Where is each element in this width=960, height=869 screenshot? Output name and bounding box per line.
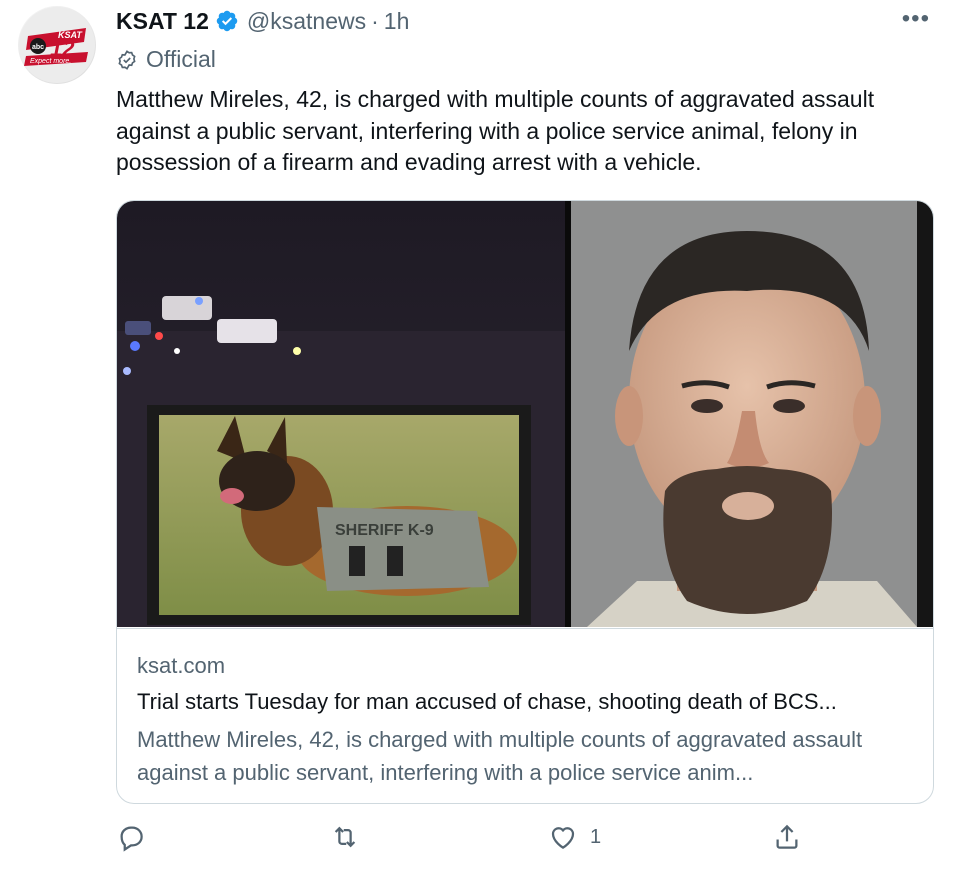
tweet-text: Matthew Mireles, 42, is charged with mul… [116, 86, 875, 175]
official-badge-icon [118, 49, 136, 70]
vest-text: SHERIFF K-9 [335, 522, 434, 539]
retweet-button[interactable] [330, 822, 372, 852]
like-button[interactable]: 1 [548, 822, 601, 852]
card-image: SHERIFF K-9 [117, 201, 933, 627]
card-body[interactable]: ksat.com Trial starts Tuesday for man ac… [117, 628, 933, 803]
tweet-header: KSAT 12 @ksatnews · 1h [116, 8, 409, 34]
card-title[interactable]: Trial starts Tuesday for man accused of … [137, 689, 837, 715]
retweet-icon [334, 826, 356, 848]
account-handle[interactable]: @ksatnews [247, 8, 366, 35]
ksat-avatar[interactable]: KSAT abc 12 Expect more. [18, 6, 96, 84]
separator-dot: · [371, 7, 379, 34]
official-label: Official [116, 46, 216, 73]
more-options-icon[interactable]: ••• [902, 7, 930, 31]
like-count: 1 [590, 825, 602, 848]
card-domain: ksat.com [137, 653, 226, 678]
reply-icon [120, 826, 143, 852]
tweet-timestamp[interactable]: 1h [384, 8, 410, 35]
verified-badge-icon [216, 10, 238, 32]
svg-text:Expect more.: Expect more. [30, 58, 71, 65]
link-card[interactable]: SHERIFF K-9 ksat.com Trial starts Tuesda… [116, 200, 934, 804]
reply-button[interactable] [116, 822, 158, 852]
svg-text:abc: abc [32, 44, 44, 51]
heart-icon [551, 827, 575, 849]
share-button[interactable] [772, 822, 814, 852]
card-description: Matthew Mireles, 42, is charged with mul… [137, 727, 863, 785]
official-label-text: Official [146, 46, 216, 72]
account-name[interactable]: KSAT 12 [116, 8, 209, 35]
tweet-actions: 1 [116, 822, 916, 856]
ksat-logo-icon: KSAT abc 12 Expect more. [19, 7, 95, 83]
share-icon [776, 824, 798, 849]
